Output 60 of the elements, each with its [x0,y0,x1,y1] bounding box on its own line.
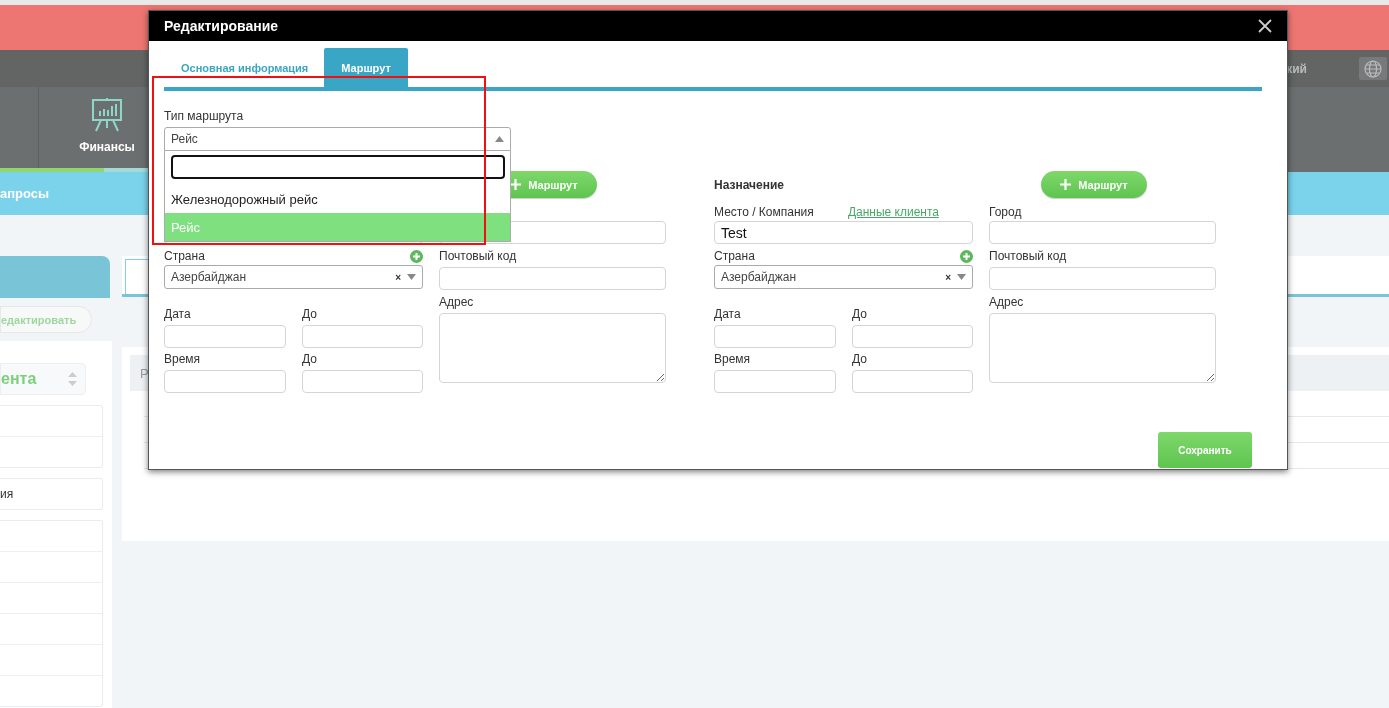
time-field[interactable] [164,370,286,393]
dialog-tab[interactable]: Маршрут [324,48,408,87]
caret-icon [407,274,416,280]
add-route-button[interactable]: Маршрут [1041,171,1147,198]
time-field[interactable] [302,370,423,393]
caret-icon [957,274,966,280]
table-header-cell: Р [140,365,149,381]
field-label: До [852,306,868,322]
clear-button[interactable]: × [945,271,951,283]
date-field[interactable] [714,325,836,348]
city-field[interactable] [989,221,1216,244]
time-field[interactable] [714,370,836,393]
client-select[interactable]: ента [0,363,86,395]
clear-button[interactable]: × [395,271,401,283]
dialog-title: Редактирование [164,18,279,34]
dropdown-option[interactable]: Рейс [165,213,510,241]
postal-code-field[interactable] [439,267,666,290]
field-label: Адрес [989,294,1025,310]
add-circle-icon[interactable] [410,249,423,263]
globe-icon [1364,59,1382,78]
caret-icon [495,136,504,142]
list-item[interactable]: ия [0,479,102,509]
date-field[interactable] [852,325,973,348]
panel-tab[interactable] [0,256,110,298]
client-data-link[interactable]: Данные клиента [847,205,939,219]
field-label: Страна [164,248,205,264]
country-select[interactable]: Азербайджан × [164,265,423,289]
time-field[interactable] [852,370,973,393]
address-field[interactable] [439,313,666,383]
field-label: Время [164,351,202,367]
field-label: Дата [714,306,742,322]
field-label: Время [714,351,752,367]
subnav-item[interactable]: апросы [0,186,50,201]
field-label: Адрес [439,294,475,310]
country-select[interactable]: Азербайджан × [714,265,973,289]
field-label: Страна [714,248,755,264]
section-heading: Назначение [714,177,784,192]
plus-icon [1060,179,1072,190]
field-label: До [302,306,318,322]
field-label: Дата [164,306,192,322]
field-label: До [302,351,318,367]
save-button[interactable]: Сохранить [1158,432,1252,468]
postal-code-field[interactable] [989,267,1216,290]
address-field[interactable] [989,313,1216,383]
add-circle-icon[interactable] [960,249,973,263]
close-icon[interactable] [1258,19,1272,33]
place-field[interactable]: Test [714,221,973,244]
presentation-chart-icon [91,98,123,132]
field-label: Почтовый код [439,248,518,264]
field-label: Город [989,204,1022,220]
field-label: До [852,351,868,367]
date-field[interactable] [164,325,286,348]
field-label: Почтовый код [989,248,1068,264]
route-type-select[interactable]: Рейс [164,127,511,151]
search-field[interactable] [171,155,505,179]
field-label: Место / Компания [714,204,814,220]
dialog-tab[interactable]: Основная информация [171,48,319,87]
language-button[interactable] [1359,57,1387,80]
date-field[interactable] [302,325,423,348]
sort-arrows-icon [68,371,77,387]
